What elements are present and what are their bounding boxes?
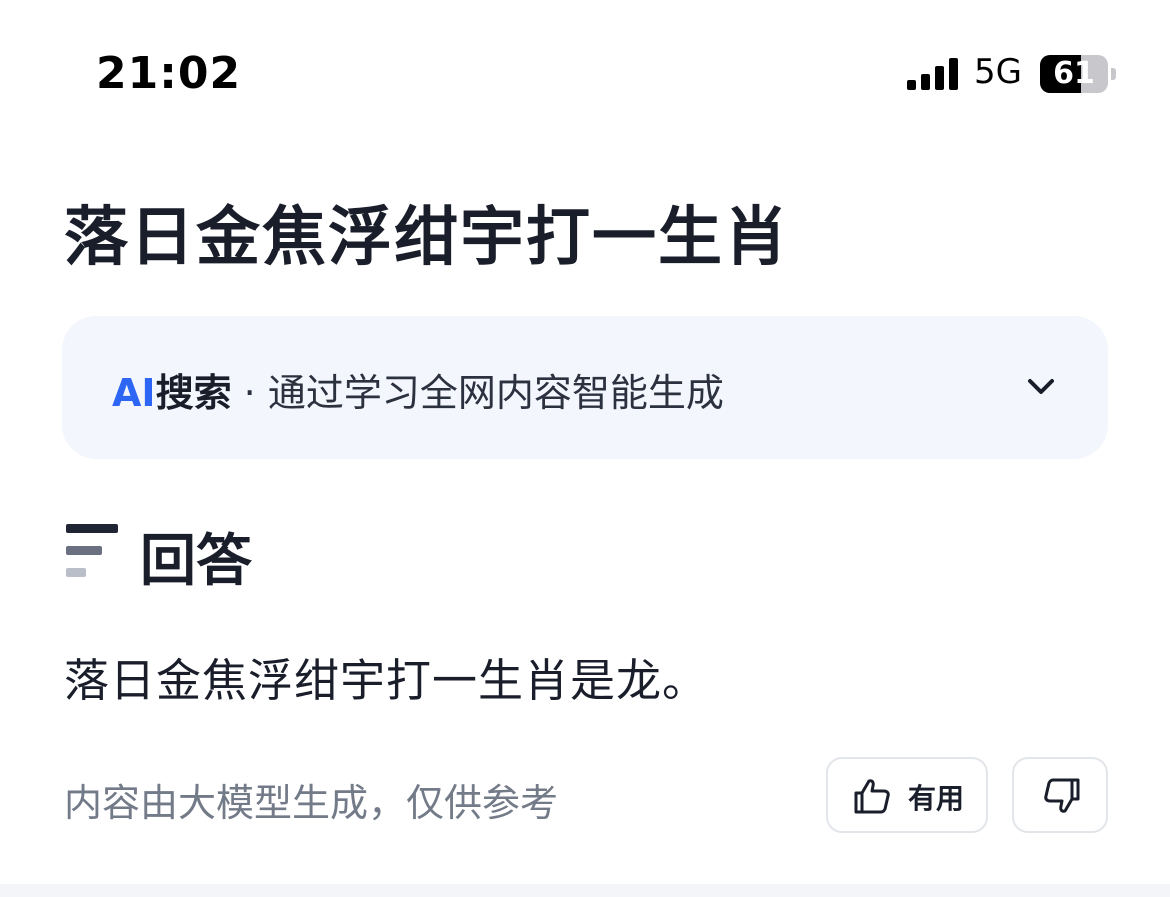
ai-separator: · (231, 371, 268, 415)
useful-button[interactable]: 有用 (826, 757, 988, 833)
ai-search-label: 搜索 (155, 371, 232, 415)
status-bar: 21:02 5G 61 (0, 0, 1170, 150)
battery-tip (1111, 68, 1116, 80)
dislike-button[interactable] (1012, 757, 1108, 833)
thumbs-down-icon (1044, 778, 1080, 813)
status-time: 21:02 (96, 48, 242, 99)
answer-lines-icon (66, 522, 120, 577)
ai-description: 通过学习全网内容智能生成 (267, 371, 724, 415)
battery-level: 61 (1053, 56, 1095, 91)
answer-text: 落日金焦浮绀宇打一生肖是龙。 (64, 654, 709, 707)
ai-search-panel[interactable]: AI搜索 · 通过学习全网内容智能生成 (62, 316, 1108, 459)
network-type: 5G (974, 52, 1022, 92)
cellular-signal-icon (907, 58, 959, 90)
chevron-down-icon[interactable] (1025, 371, 1057, 403)
ai-search-line: AI搜索 · 通过学习全网内容智能生成 (112, 362, 724, 417)
ai-brand: AI (112, 371, 156, 415)
battery-icon: 61 (1040, 55, 1108, 93)
section-divider (0, 884, 1170, 897)
answer-heading-label: 回答 (140, 529, 252, 594)
page-title: 落日金焦浮绀宇打一生肖 (64, 201, 790, 275)
ai-disclaimer: 内容由大模型生成，仅供参考 (64, 781, 559, 825)
thumbs-up-icon (854, 779, 890, 814)
useful-button-label: 有用 (908, 782, 965, 815)
